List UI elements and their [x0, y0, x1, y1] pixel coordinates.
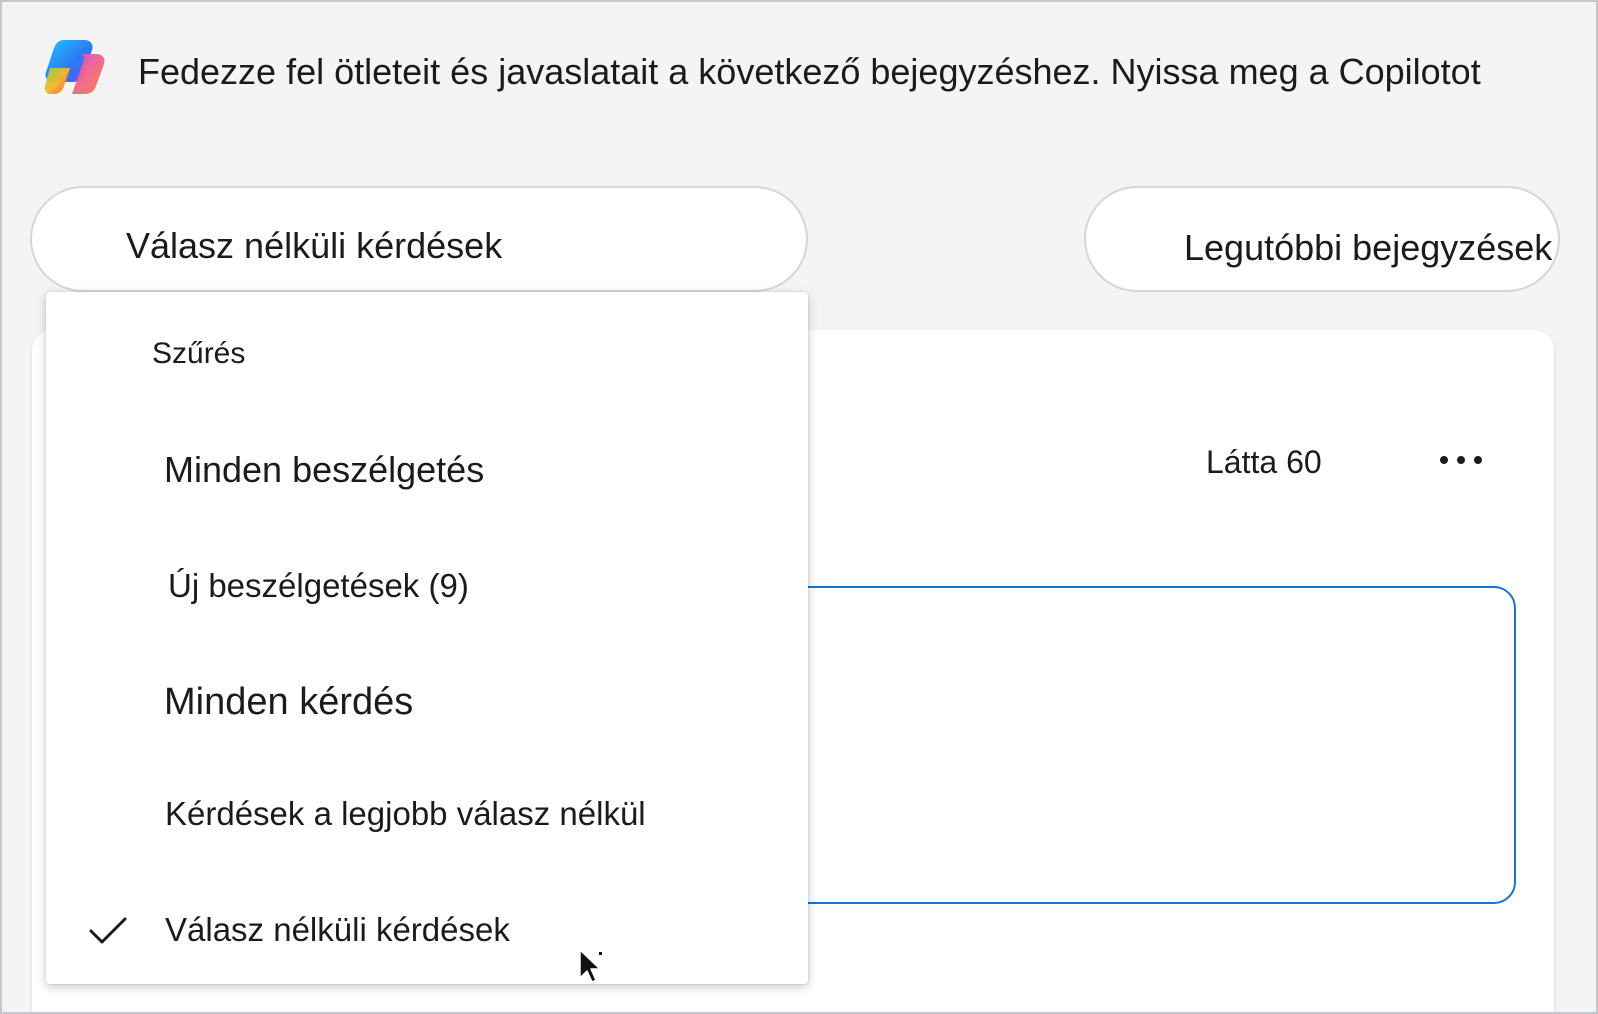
menu-item-all-questions[interactable]: Minden kérdés: [46, 652, 808, 752]
menu-item-all-conversations[interactable]: Minden beszélgetés: [46, 420, 808, 520]
menu-item-label: Új beszélgetések (9): [168, 567, 469, 604]
copilot-banner-text[interactable]: Fedezze fel ötleteit és javaslatait a kö…: [138, 50, 1481, 94]
filter-menu-header: Szűrés: [152, 337, 246, 370]
app-frame: Fedezze fel ötleteit és javaslatait a kö…: [0, 0, 1598, 1014]
menu-item-label: Minden beszélgetés: [164, 449, 485, 490]
sort-dropdown-label: Legutóbbi bejegyzések: [1184, 227, 1553, 268]
filter-dropdown-label: Válasz nélküli kérdések: [126, 225, 503, 266]
filter-dropdown-button[interactable]: Válasz nélküli kérdések: [30, 186, 808, 292]
checkmark-icon: [89, 917, 127, 944]
menu-item-label: Kérdések a legjobb válasz nélkül: [165, 795, 646, 832]
menu-item-label: Minden kérdés: [164, 681, 414, 723]
seen-count: Látta 60: [1206, 444, 1322, 480]
sort-dropdown-button[interactable]: Legutóbbi bejegyzések: [1084, 186, 1560, 292]
menu-item-questions-without-best-answer[interactable]: Kérdések a legjobb válasz nélkül: [46, 764, 808, 864]
more-options-icon[interactable]: [1438, 442, 1492, 476]
filter-menu: Szűrés Minden beszélgetés Új beszélgetés…: [46, 292, 808, 984]
copilot-logo-icon[interactable]: [44, 38, 106, 96]
menu-item-unanswered-questions[interactable]: Válasz nélküli kérdések: [46, 880, 808, 980]
reply-input[interactable]: [742, 586, 1516, 904]
menu-item-label: Válasz nélküli kérdések: [165, 911, 510, 948]
menu-item-new-conversations[interactable]: Új beszélgetések (9): [46, 536, 808, 636]
mouse-cursor-icon: [579, 949, 602, 983]
